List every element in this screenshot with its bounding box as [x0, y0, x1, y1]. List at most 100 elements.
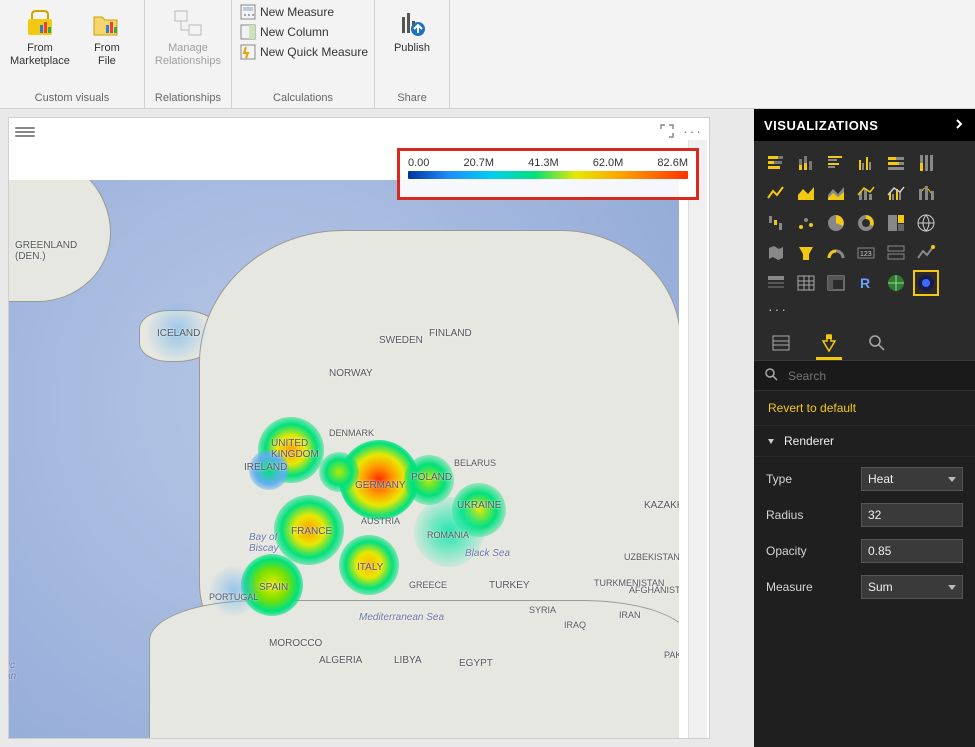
new-quick-measure-label: New Quick Measure [260, 45, 368, 59]
viz-custom-heatmap-icon[interactable] [914, 271, 938, 295]
lbl-ireland: IRELAND [244, 462, 287, 473]
viz-line-stacked-column-icon[interactable] [854, 181, 878, 205]
viz-funnel-icon[interactable] [794, 241, 818, 265]
viz-table-icon[interactable] [794, 271, 818, 295]
lbl-norway: NORWAY [329, 368, 373, 379]
new-quick-measure-button[interactable]: New Quick Measure [240, 44, 368, 60]
viz-kpi-icon[interactable] [914, 241, 938, 265]
lbl-turkmenistan: TURKMENISTAN [594, 578, 664, 588]
measure-dropdown[interactable]: Sum [861, 575, 963, 599]
file-icon [90, 6, 124, 40]
hamburger-icon[interactable] [15, 125, 35, 139]
viz-stacked-area-icon[interactable] [824, 181, 848, 205]
measure-value: Sum [868, 580, 893, 594]
lbl-egypt: EGYPT [459, 658, 493, 669]
publish-button[interactable]: Publish [381, 4, 443, 57]
lbl-kazakhstan: KAZAKH [644, 500, 679, 511]
lbl-poland: POLAND [411, 472, 452, 483]
gallery-more-icon[interactable]: ··· [764, 301, 965, 317]
chevron-down-icon [948, 477, 956, 482]
viz-pie-icon[interactable] [824, 211, 848, 235]
quick-measure-icon [240, 44, 256, 60]
workspace: ··· 0.00 20.7M 41.3M 62.0M 82.6M [0, 109, 975, 747]
viz-scatter-icon[interactable] [794, 211, 818, 235]
viz-r-icon[interactable]: R [854, 271, 878, 295]
viz-filled-map-icon[interactable] [764, 241, 788, 265]
pane-title: VISUALIZATIONS [764, 118, 878, 133]
group-label-calculations: Calculations [238, 88, 368, 108]
from-marketplace-button[interactable]: From Marketplace [6, 4, 74, 70]
manage-relationships-button[interactable]: Manage Relationships [151, 4, 225, 70]
from-file-button[interactable]: From File [76, 4, 138, 70]
renderer-properties: Type Heat Radius Opacity Measure Sum [754, 457, 975, 615]
lbl-uzbekistan: UZBEKISTAN [624, 552, 679, 562]
section-renderer-title: Renderer [784, 434, 834, 448]
viz-area-icon[interactable] [794, 181, 818, 205]
legend-t3: 62.0M [593, 157, 624, 169]
viz-line-icon[interactable] [764, 181, 788, 205]
section-renderer-header[interactable]: Renderer [754, 426, 975, 457]
lbl-pakistan: PAKI [664, 650, 679, 660]
tab-analytics-icon[interactable] [864, 329, 890, 360]
lbl-turkey: TURKEY [489, 580, 530, 591]
lbl-france: FRANCE [291, 526, 332, 537]
legend-t1: 20.7M [463, 157, 494, 169]
search-row [754, 361, 975, 391]
viz-slicer-icon[interactable] [764, 271, 788, 295]
lbl-germany: GERMANY [355, 480, 406, 491]
lbl-romania: ROMANIA [427, 530, 469, 540]
group-label-share: Share [381, 88, 443, 108]
from-marketplace-label: From Marketplace [10, 42, 70, 68]
viz-stacked-column-icon[interactable] [794, 151, 818, 175]
radius-input[interactable] [861, 503, 963, 527]
lbl-opacity: Opacity [766, 544, 807, 558]
viz-matrix-icon[interactable] [824, 271, 848, 295]
viz-clustered-column-icon[interactable] [854, 151, 878, 175]
opacity-input[interactable] [861, 539, 963, 563]
viz-card-icon[interactable]: 123 [854, 241, 878, 265]
heatmap-map[interactable]: GREENLAND (DEN.) ICELAND UNITED KINGDOM … [9, 180, 679, 738]
lbl-blacksea: Black Sea [465, 548, 510, 559]
group-label-custom-visuals: Custom visuals [6, 88, 138, 108]
lbl-portugal: PORTUGAL [209, 592, 258, 602]
map-visual[interactable]: ··· 0.00 20.7M 41.3M 62.0M 82.6M [8, 117, 710, 739]
viz-ribbon-icon[interactable] [914, 181, 938, 205]
tab-format-icon[interactable] [816, 329, 842, 360]
publish-label: Publish [394, 42, 430, 55]
viz-gauge-icon[interactable] [824, 241, 848, 265]
lbl-iran: IRAN [619, 610, 641, 620]
type-dropdown[interactable]: Heat [861, 467, 963, 491]
viz-arcgis-icon[interactable] [884, 271, 908, 295]
viz-100stacked-column-icon[interactable] [914, 151, 938, 175]
ribbon-group-custom-visuals: From Marketplace From File Custom visual… [0, 0, 145, 108]
visual-type-gallery: 123 R ··· [754, 141, 975, 321]
legend-t4: 82.6M [657, 157, 688, 169]
marketplace-icon [23, 6, 57, 40]
new-measure-button[interactable]: New Measure [240, 4, 368, 20]
viz-100stacked-bar-icon[interactable] [884, 151, 908, 175]
search-input[interactable] [786, 368, 965, 384]
viz-waterfall-icon[interactable] [764, 211, 788, 235]
viz-multirow-card-icon[interactable] [884, 241, 908, 265]
focus-mode-icon[interactable] [659, 123, 675, 142]
viz-map-icon[interactable] [914, 211, 938, 235]
visual-scrollbar[interactable] [688, 140, 707, 738]
group-label-relationships: Relationships [151, 88, 225, 108]
new-column-button[interactable]: New Column [240, 24, 368, 40]
collapse-pane-icon[interactable] [953, 118, 965, 133]
lbl-spain: SPAIN [259, 582, 288, 593]
from-file-label: From File [94, 42, 120, 68]
viz-clustered-bar-icon[interactable] [824, 151, 848, 175]
report-canvas[interactable]: ··· 0.00 20.7M 41.3M 62.0M 82.6M [0, 109, 754, 747]
new-column-label: New Column [260, 25, 329, 39]
viz-donut-icon[interactable] [854, 211, 878, 235]
lbl-iceland: ICELAND [157, 328, 200, 339]
chevron-down-icon [948, 585, 956, 590]
more-options-icon[interactable]: ··· [683, 123, 703, 142]
tab-fields-icon[interactable] [768, 329, 794, 360]
viz-stacked-bar-icon[interactable] [764, 151, 788, 175]
lbl-austria: AUSTRIA [361, 516, 400, 526]
viz-treemap-icon[interactable] [884, 211, 908, 235]
viz-line-clustered-column-icon[interactable] [884, 181, 908, 205]
revert-to-default-link[interactable]: Revert to default [754, 391, 975, 426]
